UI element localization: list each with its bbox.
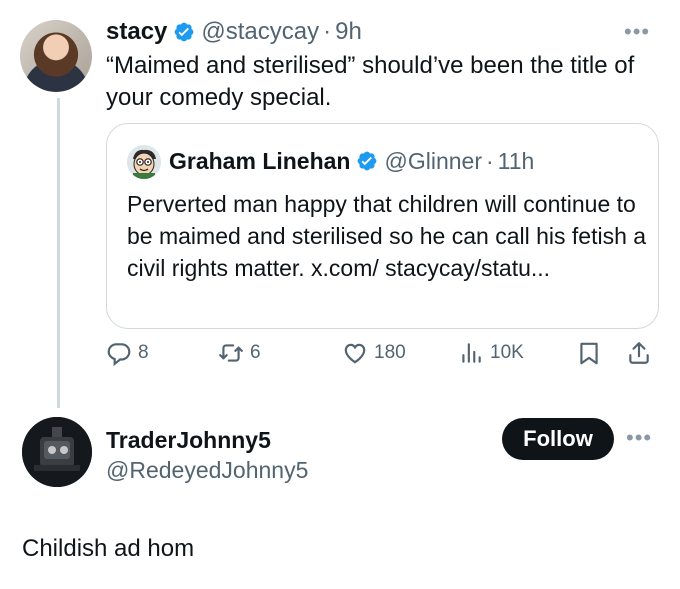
separator-dot: · [485, 148, 494, 174]
quote-header: Graham Linehan @Glinner · 11h [169, 145, 534, 177]
tweet-header: stacy @stacycay · 9h [106, 16, 362, 48]
retweet-icon [219, 344, 243, 362]
quote-avatar[interactable] [127, 145, 161, 179]
retweet-count: 6 [250, 342, 261, 363]
author-name[interactable]: stacy [106, 16, 167, 48]
timestamp[interactable]: 9h [335, 16, 362, 48]
views-count: 10K [490, 342, 524, 363]
quote-timestamp[interactable]: 11h [498, 145, 535, 177]
quote-author-name[interactable]: Graham Linehan [169, 145, 350, 177]
views-button[interactable]: 10K [458, 340, 524, 366]
like-button[interactable]: 180 [342, 340, 406, 366]
reply-count: 8 [138, 342, 149, 363]
reply-author-handle[interactable]: @RedeyedJohnny5 [106, 454, 308, 486]
views-icon [462, 343, 481, 363]
separator-dot: · [323, 18, 332, 45]
author-handle[interactable]: @stacycay [201, 16, 319, 48]
quote-author-handle[interactable]: @Glinner [384, 145, 482, 177]
reply-text: Childish ad hom [22, 535, 195, 562]
like-count: 180 [374, 342, 406, 363]
share-button[interactable] [626, 340, 652, 366]
reply-avatar[interactable] [22, 417, 92, 487]
tweet-action-bar: 8 6 180 10K [106, 340, 666, 374]
quote-text: Perverted man happy that children will c… [127, 191, 647, 281]
more-horizontal-icon[interactable]: ••• [624, 21, 650, 43]
thread-line [57, 98, 60, 408]
reply-icon [107, 343, 131, 366]
more-horizontal-icon[interactable]: ••• [626, 427, 652, 449]
like-icon [344, 343, 366, 364]
retweet-button[interactable]: 6 [218, 340, 261, 366]
follow-button[interactable]: Follow [502, 418, 614, 460]
reply-button[interactable]: 8 [106, 340, 149, 366]
reply-author-name[interactable]: TraderJohnny5 [106, 424, 271, 456]
verified-badge-icon[interactable] [173, 21, 195, 43]
share-icon [629, 342, 649, 364]
verified-badge-icon[interactable] [356, 150, 378, 172]
avatar[interactable] [20, 20, 92, 92]
quote-tweet-card[interactable]: Graham Linehan @Glinner · 11h Perverted … [106, 123, 659, 329]
bookmark-icon [580, 342, 598, 365]
bookmark-button[interactable] [576, 340, 602, 366]
tweet-text: “Maimed and sterilised” should’ve been t… [106, 52, 635, 111]
cartoon-face-icon [127, 145, 161, 179]
robot-image-icon [22, 417, 92, 487]
